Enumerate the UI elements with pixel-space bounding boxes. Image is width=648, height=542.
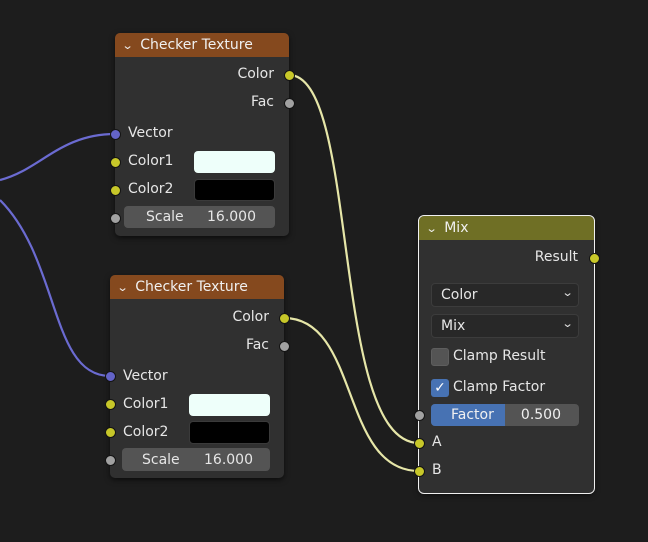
scale-field[interactable]: Scale 16.000 bbox=[122, 448, 270, 471]
output-result-label: Result bbox=[534, 249, 578, 265]
input-color2-label: Color2 bbox=[128, 181, 174, 197]
link-vector-to-checker1[interactable] bbox=[0, 132, 116, 182]
color2-swatch[interactable] bbox=[189, 421, 270, 444]
node-header[interactable]: ⌄ Mix bbox=[419, 216, 594, 240]
scale-label: Scale bbox=[146, 209, 184, 225]
checker1-color1-input-socket[interactable] bbox=[110, 157, 121, 168]
checker2-scale-input-socket[interactable] bbox=[105, 455, 116, 466]
scale-value: 16.000 bbox=[204, 451, 253, 468]
color1-swatch[interactable] bbox=[189, 394, 270, 416]
chevron-down-icon[interactable]: ⌄ bbox=[117, 281, 129, 294]
data-type-value: Color bbox=[441, 287, 478, 303]
link-vector-to-checker2[interactable] bbox=[0, 199, 111, 378]
blend-mode-dropdown[interactable]: Mix ⌄ bbox=[431, 314, 579, 338]
checker-texture-node-2[interactable]: ⌄ Checker Texture Color Fac Vector Color… bbox=[110, 275, 284, 478]
input-vector-label: Vector bbox=[128, 125, 173, 141]
link-checker2-color-to-mix-b[interactable] bbox=[283, 316, 420, 473]
checker1-fac-output-socket[interactable] bbox=[284, 98, 295, 109]
input-vector-label: Vector bbox=[123, 368, 168, 384]
chevron-down-icon: ⌄ bbox=[561, 317, 574, 330]
link-checker1-color-to-mix-a[interactable] bbox=[288, 73, 420, 445]
node-title: Checker Texture bbox=[135, 279, 248, 295]
checkmark-icon: ✓ bbox=[434, 380, 446, 396]
checker1-color2-input-socket[interactable] bbox=[110, 185, 121, 196]
checker2-color-output-socket[interactable] bbox=[279, 313, 290, 324]
mix-node[interactable]: ⌄ Mix Result Color ⌄ Mix ⌄ Clamp Result … bbox=[418, 215, 595, 494]
scale-label: Scale bbox=[142, 451, 180, 468]
checker2-color2-input-socket[interactable] bbox=[105, 427, 116, 438]
mix-result-output-socket[interactable] bbox=[589, 253, 600, 264]
input-color1-label: Color1 bbox=[123, 396, 169, 412]
factor-label: Factor bbox=[451, 407, 494, 423]
chevron-down-icon: ⌄ bbox=[561, 286, 574, 299]
node-header[interactable]: ⌄ Checker Texture bbox=[115, 33, 289, 57]
factor-value: 0.500 bbox=[520, 407, 561, 423]
checker1-color-output-socket[interactable] bbox=[284, 70, 295, 81]
blend-mode-value: Mix bbox=[441, 318, 466, 334]
input-b-label: B bbox=[432, 462, 442, 478]
factor-slider[interactable]: Factor 0.500 bbox=[431, 404, 579, 426]
input-a-label: A bbox=[432, 434, 442, 450]
mix-factor-input-socket[interactable] bbox=[414, 410, 425, 421]
node-header[interactable]: ⌄ Checker Texture bbox=[110, 275, 284, 299]
node-title: Mix bbox=[444, 220, 469, 236]
output-fac-label: Fac bbox=[250, 94, 274, 110]
scale-field[interactable]: Scale 16.000 bbox=[124, 206, 275, 228]
output-color-label: Color bbox=[232, 309, 269, 325]
checker-texture-node-1[interactable]: ⌄ Checker Texture Color Fac Vector Color… bbox=[115, 33, 289, 236]
clamp-factor-label: Clamp Factor bbox=[453, 379, 546, 395]
checker2-color1-input-socket[interactable] bbox=[105, 399, 116, 410]
input-color1-label: Color1 bbox=[128, 153, 174, 169]
output-color-label: Color bbox=[237, 66, 274, 82]
node-title: Checker Texture bbox=[140, 37, 253, 53]
input-color2-label: Color2 bbox=[123, 424, 169, 440]
chevron-down-icon[interactable]: ⌄ bbox=[122, 39, 134, 52]
clamp-result-checkbox[interactable] bbox=[431, 348, 449, 366]
color2-swatch[interactable] bbox=[194, 179, 275, 201]
clamp-factor-checkbox[interactable]: ✓ bbox=[431, 379, 449, 397]
output-fac-label: Fac bbox=[245, 337, 269, 353]
data-type-dropdown[interactable]: Color ⌄ bbox=[431, 283, 579, 307]
checker2-fac-output-socket[interactable] bbox=[279, 341, 290, 352]
checker2-vector-input-socket[interactable] bbox=[105, 371, 116, 382]
checker1-scale-input-socket[interactable] bbox=[110, 213, 121, 224]
checker1-vector-input-socket[interactable] bbox=[110, 129, 121, 140]
mix-a-input-socket[interactable] bbox=[414, 438, 425, 449]
mix-b-input-socket[interactable] bbox=[414, 466, 425, 477]
color1-swatch[interactable] bbox=[194, 151, 275, 173]
clamp-result-label: Clamp Result bbox=[453, 348, 546, 364]
chevron-down-icon[interactable]: ⌄ bbox=[426, 222, 438, 235]
scale-value: 16.000 bbox=[207, 209, 256, 225]
